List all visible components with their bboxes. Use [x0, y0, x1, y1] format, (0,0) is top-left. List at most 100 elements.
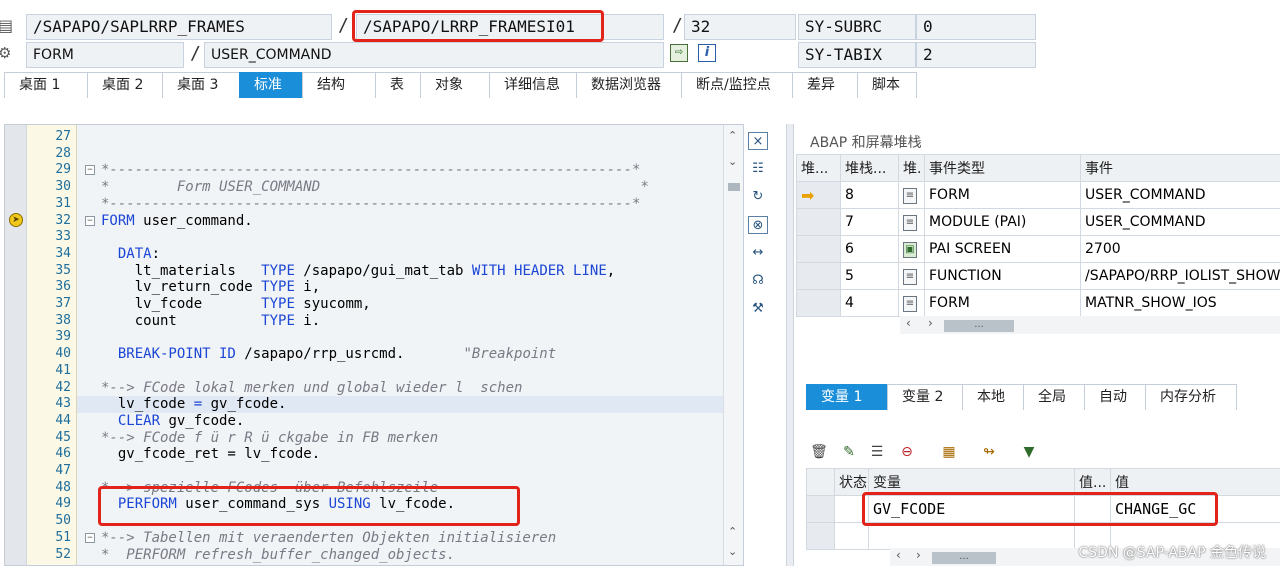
- tab-data-browser[interactable]: 数据浏览器: [576, 72, 682, 98]
- code-line[interactable]: 41: [55, 363, 723, 380]
- code-line[interactable]: 31 *-------------------------------------…: [55, 196, 723, 213]
- program-name-field[interactable]: /SAPAPO/SAPLRRP_FRAMES: [26, 14, 332, 40]
- code-line[interactable]: 47: [55, 463, 723, 480]
- column-header[interactable]: 堆...: [796, 154, 841, 182]
- tabix-value[interactable]: 2: [916, 42, 1036, 68]
- event-name-cell[interactable]: USER_COMMAND: [1080, 181, 1280, 209]
- headset-icon[interactable]: ☊: [748, 272, 768, 290]
- tab-variables-2[interactable]: 变量 2: [887, 384, 963, 410]
- code-line[interactable]: 52 * PERFORM refresh_buffer_changed_objec…: [55, 547, 723, 564]
- current-marker-cell[interactable]: ➡: [796, 181, 841, 209]
- table-row[interactable]: 4 ≡ FORM MATNR_SHOW_IOS: [796, 289, 1280, 317]
- share-icon[interactable]: ↬: [978, 442, 1000, 462]
- current-marker-cell[interactable]: [796, 289, 841, 317]
- code-line[interactable]: 28: [55, 146, 723, 163]
- code-line[interactable]: 38 count TYPE i.: [55, 313, 723, 330]
- tab-memory-analysis[interactable]: 内存分析: [1145, 384, 1237, 410]
- event-name-cell[interactable]: 2700: [1080, 235, 1280, 263]
- event-name-field[interactable]: USER_COMMAND: [204, 42, 664, 68]
- tab-auto[interactable]: 自动: [1084, 384, 1146, 410]
- current-marker-cell[interactable]: [796, 235, 841, 263]
- tab-details[interactable]: 详细信息: [489, 72, 577, 98]
- table-row[interactable]: 5 ≡ FUNCTION/SAPAPO/RRP_IOLIST_SHOW: [796, 262, 1280, 290]
- close-icon[interactable]: ×: [748, 132, 768, 150]
- editor-vertical-scrollbar[interactable]: ⌃ ⌄ ⌃ ⌄: [723, 125, 743, 565]
- code-line[interactable]: 40 BREAK-POINT ID /sapapo/rrp_usrcmd. "B…: [55, 346, 723, 363]
- trash-icon[interactable]: 🗑: [808, 442, 830, 462]
- tab-global[interactable]: 全局: [1023, 384, 1085, 410]
- code-line[interactable]: 36 lv_return_code TYPE i,: [55, 279, 723, 296]
- line-number-field[interactable]: 32: [684, 14, 796, 40]
- tab-local[interactable]: 本地: [962, 384, 1024, 410]
- code-line[interactable]: 29 − *------------------------------------…: [55, 162, 723, 179]
- code-line[interactable]: 27: [55, 129, 723, 146]
- current-marker-cell[interactable]: [796, 262, 841, 290]
- refresh-icon[interactable]: ↻: [748, 188, 768, 206]
- breakpoint-gutter[interactable]: [5, 125, 27, 565]
- event-name-cell[interactable]: USER_COMMAND: [1080, 208, 1280, 236]
- scroll-down-icon[interactable]: ⌄: [728, 155, 737, 168]
- fold-toggle-icon[interactable]: −: [85, 532, 95, 543]
- row-selector-header[interactable]: [806, 468, 835, 496]
- tab-variables-1[interactable]: 变量 1: [806, 384, 888, 410]
- tab-breakpoints[interactable]: 断点/监控点: [681, 72, 793, 98]
- code-line[interactable]: 42 *--> FCode lokal merken und global wie…: [55, 380, 723, 397]
- code-line[interactable]: 35 lt_materials TYPE /sapapo/gui_mat_tab…: [55, 263, 723, 280]
- fold-toggle-icon[interactable]: −: [85, 165, 95, 176]
- grid-icon[interactable]: ▦: [938, 442, 960, 462]
- stack-horizontal-scrollbar[interactable]: ‹ › ...: [900, 316, 1280, 334]
- code-line[interactable]: 39: [55, 329, 723, 346]
- column-header[interactable]: 堆.: [898, 154, 925, 182]
- current-marker-cell[interactable]: [796, 208, 841, 236]
- scroll-left-icon[interactable]: ‹: [896, 548, 901, 562]
- code-line[interactable]: 33: [55, 229, 723, 246]
- code-line[interactable]: 30 * Form USER_COMMAND *: [55, 179, 723, 196]
- settings-icon[interactable]: ⚒: [748, 300, 768, 318]
- event-name-cell[interactable]: MATNR_SHOW_IOS: [1080, 289, 1280, 317]
- tab-desktop-3[interactable]: 桌面 3: [162, 72, 240, 98]
- scroll-right-icon[interactable]: ›: [916, 548, 921, 562]
- new-document-icon[interactable]: ☷: [748, 160, 768, 178]
- remove-icon[interactable]: ⊖: [896, 442, 918, 462]
- table-row[interactable]: 7 ≡ MODULE (PAI) USER_COMMAND: [796, 208, 1280, 236]
- tab-script[interactable]: 脚本: [857, 72, 917, 98]
- scroll-thumb[interactable]: [728, 183, 740, 191]
- event-name-cell[interactable]: /SAPAPO/RRP_IOLIST_SHOW: [1080, 262, 1280, 290]
- display-source-icon[interactable]: ⇨: [670, 44, 688, 62]
- event-type-field[interactable]: FORM: [26, 42, 184, 68]
- tab-structure[interactable]: 结构: [302, 72, 376, 98]
- scroll-thumb[interactable]: ...: [932, 552, 996, 564]
- code-line[interactable]: 46 gv_fcode_ret = lv_fcode.: [55, 446, 723, 463]
- fold-toggle-icon[interactable]: −: [85, 215, 95, 226]
- tab-diff[interactable]: 差异: [792, 72, 858, 98]
- variable-name-cell[interactable]: [868, 522, 1075, 550]
- code-line[interactable]: 51 − *--> Tabellen mit veraenderten Objekt…: [55, 530, 723, 547]
- code-line[interactable]: 34 DATA:: [55, 246, 723, 263]
- row-selector[interactable]: [806, 495, 835, 523]
- scroll-down-icon[interactable]: ⌄: [728, 545, 737, 558]
- code-line[interactable]: 45 *--> FCode f ü r R ü ckgabe in FB merk…: [55, 430, 723, 447]
- tab-desktop-2[interactable]: 桌面 2: [87, 72, 163, 98]
- split-icon[interactable]: ↔: [748, 244, 768, 262]
- scroll-thumb[interactable]: ...: [944, 320, 1014, 332]
- table-row[interactable]: ➡ 8 ≡ FORM USER_COMMAND: [796, 181, 1280, 209]
- tab-object[interactable]: 对象: [420, 72, 490, 98]
- code-line[interactable]: 43 lv_fcode = gv_fcode.: [55, 396, 723, 413]
- delete-icon[interactable]: ⊗: [748, 216, 768, 234]
- scroll-up-icon[interactable]: ⌃: [728, 525, 737, 538]
- column-header[interactable]: 事件: [1080, 154, 1280, 182]
- edit-icon[interactable]: ✎: [838, 442, 860, 462]
- code-line[interactable]: 32 − FORM user_command.: [55, 213, 723, 230]
- column-header[interactable]: 事件类型: [924, 154, 1081, 182]
- tab-standard[interactable]: 标准: [239, 72, 303, 98]
- row-selector[interactable]: [806, 522, 835, 550]
- scroll-right-icon[interactable]: ›: [928, 316, 933, 330]
- info-icon[interactable]: i: [698, 44, 716, 62]
- list-icon[interactable]: ☰: [866, 442, 888, 462]
- subrc-value[interactable]: 0: [916, 14, 1036, 40]
- column-header[interactable]: 堆栈...: [840, 154, 899, 182]
- tab-table[interactable]: 表: [375, 72, 421, 98]
- tab-desktop-1[interactable]: 桌面 1: [4, 72, 88, 98]
- export-icon[interactable]: ▼: [1018, 442, 1040, 462]
- table-row[interactable]: 6 ▣ PAI SCREEN 2700: [796, 235, 1280, 263]
